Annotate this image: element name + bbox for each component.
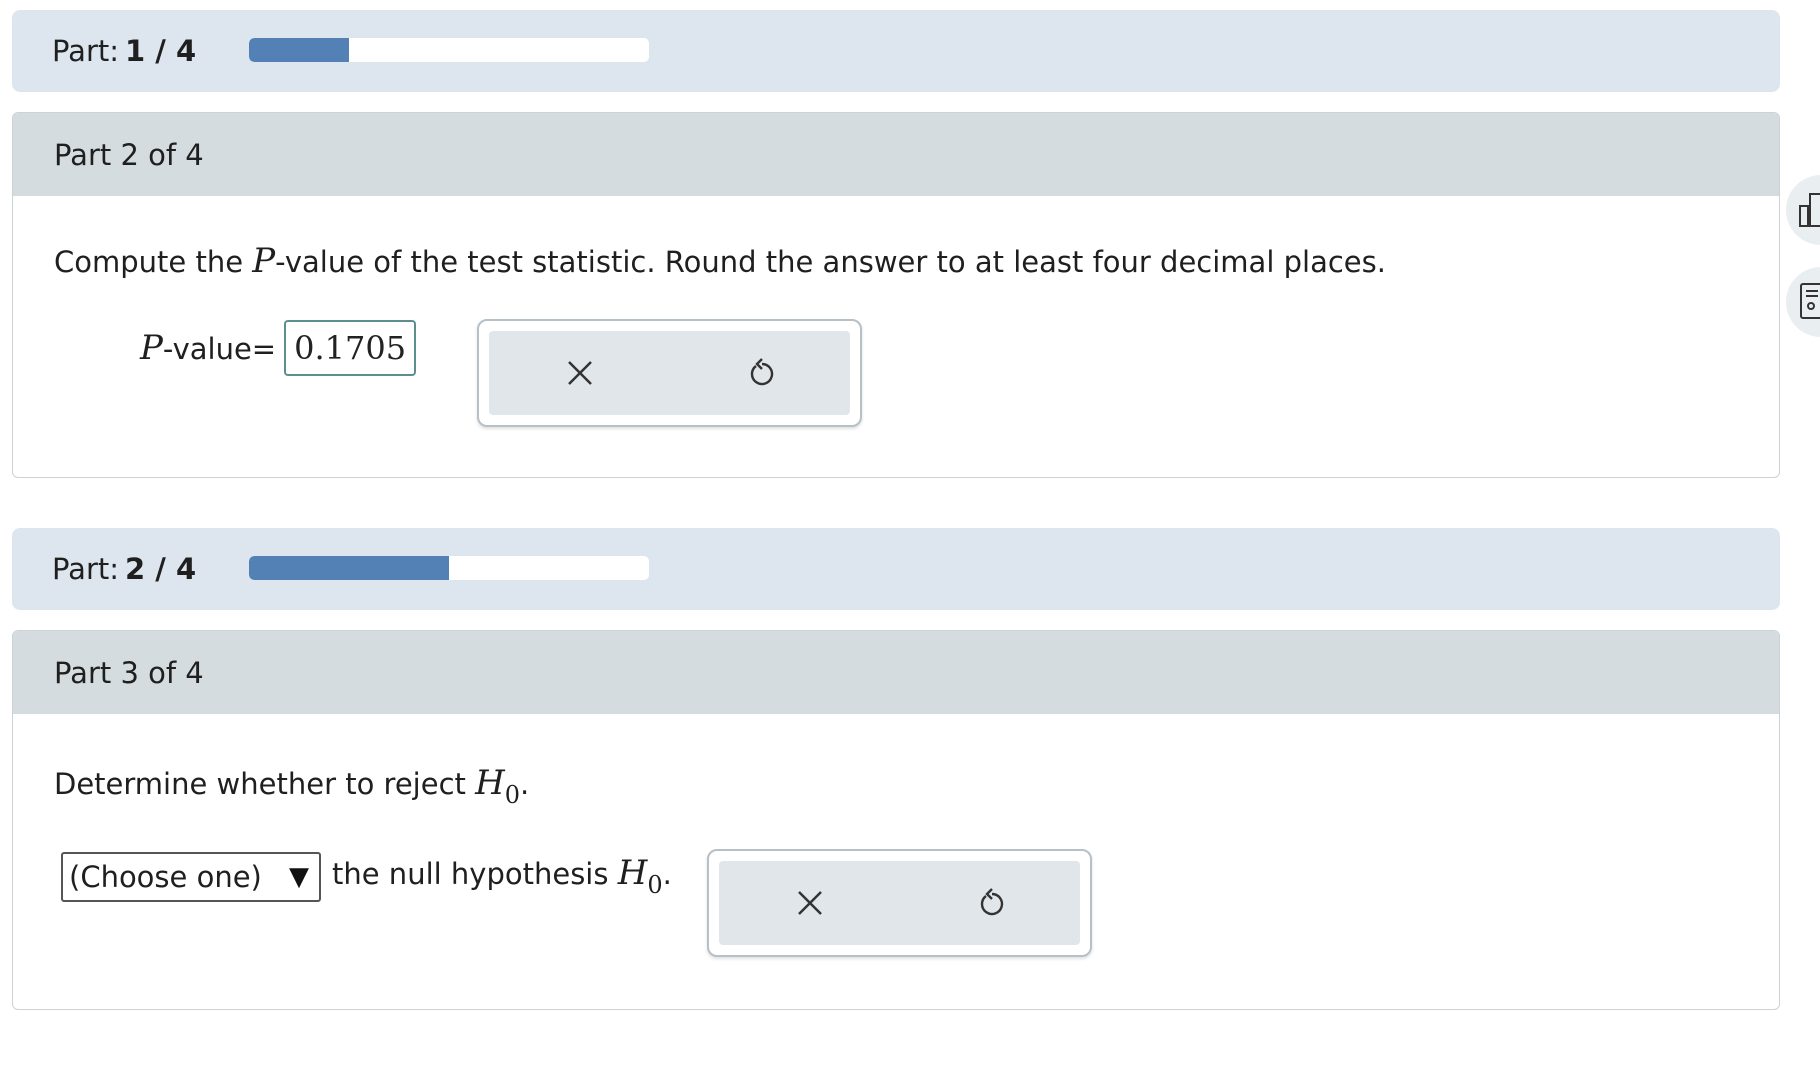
progress-bar bbox=[249, 556, 649, 580]
part-3-prompt: Determine whether to reject H0. bbox=[54, 763, 530, 809]
progress-banner-1: Part: 1 / 4 bbox=[12, 10, 1780, 92]
part-3-header: Part 3 of 4 bbox=[13, 631, 1779, 714]
undo-icon bbox=[750, 358, 774, 386]
p-value-answer-row: P-value= 0.1705 bbox=[140, 320, 417, 376]
dropdown-arrow-icon: ▼ bbox=[289, 862, 309, 892]
side-calculator-button[interactable] bbox=[1786, 267, 1820, 337]
undo-button[interactable] bbox=[740, 351, 784, 395]
bar-chart-icon bbox=[1799, 193, 1820, 227]
part-3-title: Part 3 of 4 bbox=[54, 655, 204, 690]
null-hypothesis-sentence: the null hypothesis H0. bbox=[332, 853, 672, 899]
close-icon bbox=[568, 361, 592, 385]
progress-count: 1 / 4 bbox=[125, 34, 197, 68]
part-2-header: Part 2 of 4 bbox=[13, 113, 1779, 196]
part-2-card: Part 2 of 4 Compute the P-value of the t… bbox=[12, 112, 1780, 478]
progress-bar-fill bbox=[249, 38, 349, 62]
part-2-prompt: Compute the P-value of the test statisti… bbox=[54, 241, 1386, 281]
undo-icon bbox=[980, 888, 1004, 916]
clear-button[interactable] bbox=[558, 351, 602, 395]
progress-label: Part: 1 / 4 bbox=[52, 34, 197, 68]
progress-bar bbox=[249, 38, 649, 62]
side-data-button[interactable] bbox=[1786, 175, 1820, 245]
progress-banner-2: Part: 2 / 4 bbox=[12, 528, 1780, 610]
progress-label: Part: 2 / 4 bbox=[52, 552, 197, 586]
clear-button[interactable] bbox=[788, 881, 832, 925]
p-value-input[interactable]: 0.1705 bbox=[284, 320, 417, 376]
progress-count: 2 / 4 bbox=[125, 552, 197, 586]
progress-bar-fill bbox=[249, 556, 449, 580]
reject-decision-select[interactable]: (Choose one) ▼ bbox=[61, 852, 321, 902]
part-2-title: Part 2 of 4 bbox=[54, 137, 204, 172]
select-value: (Choose one) bbox=[69, 860, 262, 894]
close-icon bbox=[798, 891, 822, 915]
p-value-label: P-value= bbox=[140, 328, 277, 368]
part-2-answer-tools bbox=[477, 319, 862, 427]
part-3-answer-tools bbox=[707, 849, 1092, 957]
calculator-icon bbox=[1800, 283, 1820, 319]
part-3-card: Part 3 of 4 Determine whether to reject … bbox=[12, 630, 1780, 1010]
undo-button[interactable] bbox=[970, 881, 1014, 925]
